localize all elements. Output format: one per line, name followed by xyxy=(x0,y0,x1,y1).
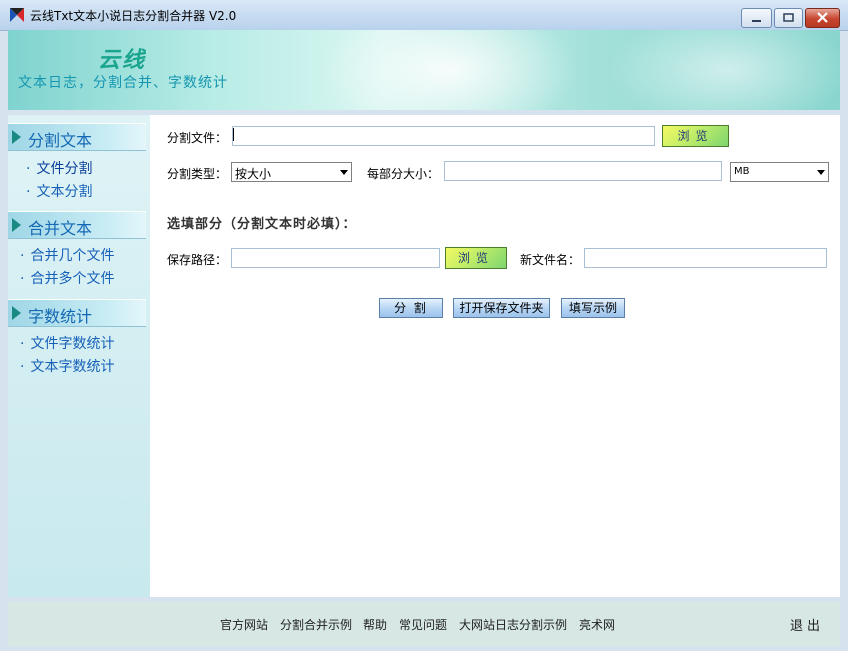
header-banner: 云线 文本日志，分割合并、字数统计 xyxy=(8,30,840,110)
play-arrow-icon xyxy=(12,130,21,144)
footer-link-split-merge-example[interactable]: 分割合并示例 xyxy=(280,616,352,633)
size-unit-select[interactable]: MB xyxy=(730,162,829,182)
text-caret xyxy=(233,128,234,141)
fill-example-button[interactable]: 填写示例 xyxy=(561,298,625,318)
bullet: · xyxy=(20,271,25,287)
dropdown-arrow-icon xyxy=(340,170,348,175)
open-save-folder-button[interactable]: 打开保存文件夹 xyxy=(453,298,550,318)
maximize-button[interactable] xyxy=(774,8,803,28)
bullet: · xyxy=(20,359,25,375)
sidebar-item-label: 文件字数统计 xyxy=(30,336,115,352)
bullet: · xyxy=(26,184,31,200)
minimize-button[interactable] xyxy=(741,8,772,28)
bullet: · xyxy=(20,336,25,352)
maximize-icon xyxy=(783,13,794,22)
sidebar-section-label: 分割文本 xyxy=(28,131,93,150)
sidebar-section-split[interactable]: 分割文本 xyxy=(8,123,146,151)
banner-glow xyxy=(318,30,578,110)
split-file-label: 分割文件： xyxy=(167,131,228,145)
app-logo-icon xyxy=(10,8,24,22)
dropdown-arrow-icon xyxy=(817,170,825,175)
sidebar-item-label: 文本分割 xyxy=(36,184,93,200)
size-unit-value: MB xyxy=(734,166,750,177)
split-file-input[interactable] xyxy=(232,126,655,146)
split-button[interactable]: 分 割 xyxy=(379,298,443,318)
sidebar-item-label: 合并几个文件 xyxy=(30,248,115,264)
minimize-icon xyxy=(752,20,761,22)
sidebar-item-file-split[interactable]: · 文件分割 xyxy=(26,158,92,178)
sidebar-item-text-split[interactable]: · 文本分割 xyxy=(26,181,92,201)
footer-link-official-site[interactable]: 官方网站 xyxy=(220,616,268,633)
sidebar-item-text-count[interactable]: · 文本字数统计 xyxy=(20,356,114,376)
sidebar-item-label: 合并多个文件 xyxy=(30,271,115,287)
window-title: 云线Txt文本小说日志分割合并器 V2.0 xyxy=(30,9,237,23)
new-filename-input[interactable] xyxy=(584,248,827,268)
new-filename-label: 新文件名： xyxy=(520,253,581,267)
title-bar[interactable]: 云线Txt文本小说日志分割合并器 V2.0 xyxy=(0,0,848,31)
part-size-input[interactable] xyxy=(444,161,722,181)
play-arrow-icon xyxy=(12,306,21,320)
banner-logo: 云线 xyxy=(98,47,147,73)
browse-file-button[interactable]: 浏览 xyxy=(662,125,729,147)
exit-button[interactable]: 退出 xyxy=(790,615,824,634)
part-size-label: 每部分大小： xyxy=(367,167,440,181)
footer-link-faq[interactable]: 常见问题 xyxy=(399,616,447,633)
optional-section-title: 选填部分（分割文本时必填）： xyxy=(167,217,357,232)
footer-link-help[interactable]: 帮助 xyxy=(363,616,387,633)
footer-link-liangshu[interactable]: 亮术网 xyxy=(579,616,615,633)
split-type-value: 按大小 xyxy=(235,167,272,181)
close-icon xyxy=(817,12,828,23)
bullet: · xyxy=(20,248,25,264)
footer-link-log-split-example[interactable]: 大网站日志分割示例 xyxy=(459,616,567,633)
sidebar: 分割文本 · 文件分割 · 文本分割 合并文本 · 合并几个文件 · 合并多个文件 字数… xyxy=(8,115,151,597)
play-arrow-icon xyxy=(12,218,21,232)
sidebar-item-label: 文本字数统计 xyxy=(30,359,115,375)
banner-subtitle: 文本日志，分割合并、字数统计 xyxy=(18,75,228,91)
save-path-label: 保存路径： xyxy=(167,253,228,267)
split-type-label: 分割类型： xyxy=(167,167,228,181)
sidebar-item-merge-many[interactable]: · 合并多个文件 xyxy=(20,268,114,288)
banner-glow-2 xyxy=(608,30,840,110)
split-type-select[interactable]: 按大小 xyxy=(231,162,352,182)
footer-bar: 官方网站 分割合并示例 帮助 常见问题 大网站日志分割示例 亮术网 退出 xyxy=(8,602,840,646)
bullet: · xyxy=(26,161,31,177)
browse-save-button[interactable]: 浏览 xyxy=(445,247,507,269)
close-button[interactable] xyxy=(805,8,840,28)
sidebar-item-merge-few[interactable]: · 合并几个文件 xyxy=(20,245,114,265)
sidebar-item-file-count[interactable]: · 文件字数统计 xyxy=(20,333,114,353)
main-panel: 分割文件： 浏览 分割类型： 按大小 每部分大小： MB 选填部分（分割文本时必… xyxy=(150,115,840,597)
sidebar-section-label: 合并文本 xyxy=(28,219,93,238)
save-path-input[interactable] xyxy=(231,248,440,268)
sidebar-item-label: 文件分割 xyxy=(36,161,93,177)
sidebar-section-merge[interactable]: 合并文本 xyxy=(8,211,146,239)
sidebar-section-label: 字数统计 xyxy=(28,307,93,326)
sidebar-section-wordcount[interactable]: 字数统计 xyxy=(8,299,146,327)
